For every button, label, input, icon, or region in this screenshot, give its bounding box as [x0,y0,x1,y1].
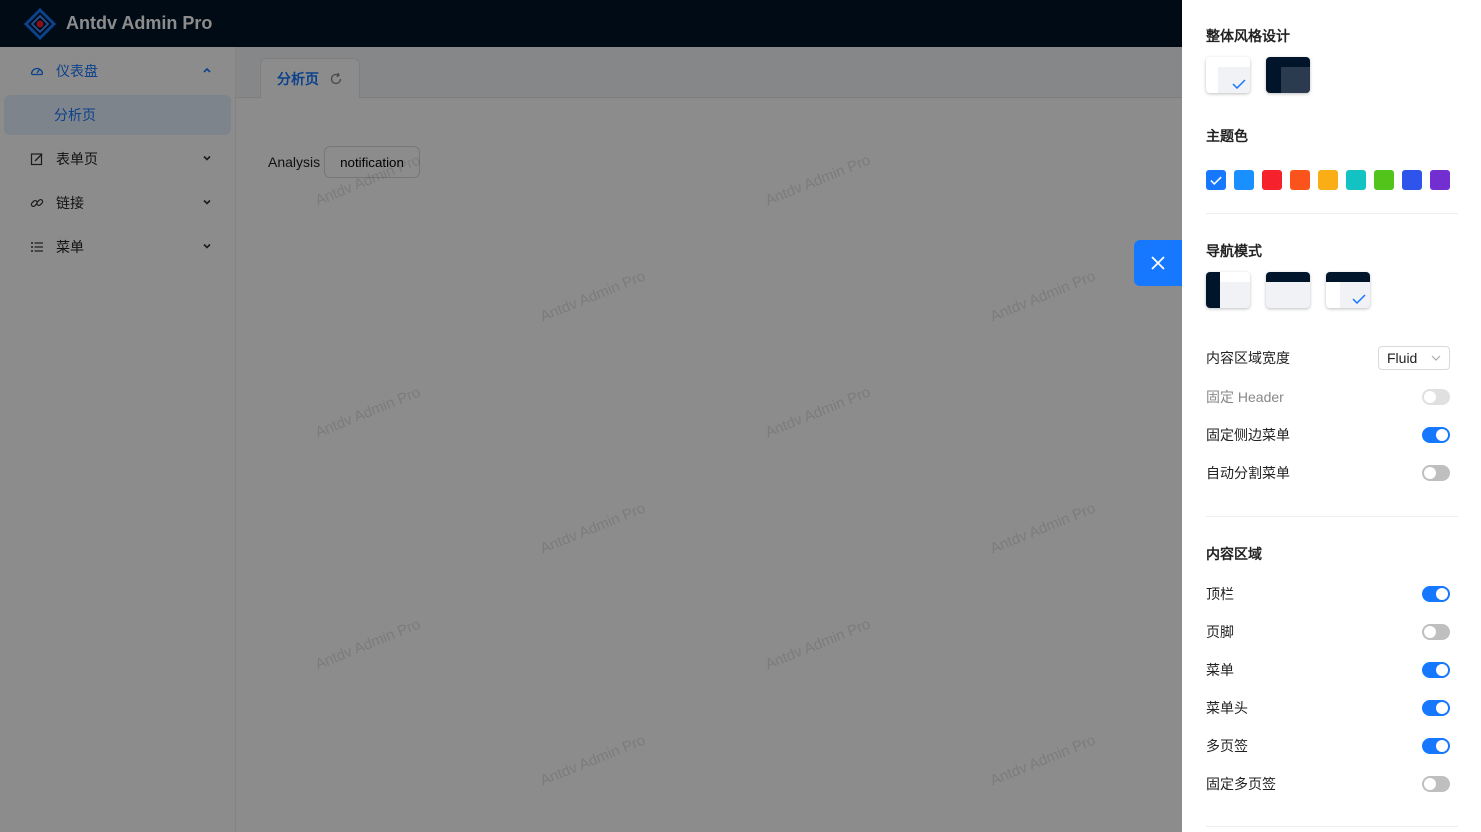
nav-mode-title: 导航模式 [1206,243,1262,259]
content-area-row: 菜单 [1206,659,1450,681]
footer-toggle-switch[interactable] [1422,624,1450,640]
nav-top-option[interactable] [1266,272,1310,308]
split-menu-label: 自动分割菜单 [1206,465,1290,481]
setting-label: 多页签 [1206,738,1248,754]
fixed-sider-row: 固定侧边菜单 [1206,424,1450,446]
content-width-row: 内容区域宽度 Fluid [1206,346,1450,370]
divider [1206,516,1458,517]
theme-color-swatch[interactable] [1318,170,1338,190]
nav-mix-option[interactable] [1326,272,1370,308]
theme-color-swatch[interactable] [1290,170,1310,190]
content-area-row: 多页签 [1206,735,1450,757]
fixed-sider-switch[interactable] [1422,427,1450,443]
content-width-value: Fluid [1387,350,1418,366]
content-area-title: 内容区域 [1206,546,1262,562]
divider [1206,826,1458,827]
split-menu-row: 自动分割菜单 [1206,462,1450,484]
style-light-option[interactable] [1206,57,1250,93]
content-area-row: 菜单头 [1206,697,1450,719]
theme-color-swatch[interactable] [1206,170,1226,190]
theme-color-swatch[interactable] [1346,170,1366,190]
theme-color-swatch[interactable] [1430,170,1450,190]
content-width-label: 内容区域宽度 [1206,350,1290,366]
multi-tab-toggle-switch[interactable] [1422,738,1450,754]
check-icon [1352,294,1366,304]
setting-label: 固定多页签 [1206,776,1276,792]
theme-color-swatch[interactable] [1402,170,1422,190]
style-dark-option[interactable] [1266,57,1310,93]
content-area-row: 固定多页签 [1206,773,1450,795]
setting-label: 菜单头 [1206,700,1248,716]
divider [1206,213,1458,214]
nav-side-option[interactable] [1206,272,1250,308]
fixed-header-label: 固定 Header [1206,389,1284,405]
check-icon [1210,176,1222,185]
theme-color-swatch[interactable] [1234,170,1254,190]
theme-color-swatch[interactable] [1262,170,1282,190]
content-width-select[interactable]: Fluid [1378,346,1450,370]
menu-header-toggle-switch[interactable] [1422,700,1450,716]
header-toggle-switch[interactable] [1422,586,1450,602]
theme-color-title: 主题色 [1206,128,1248,144]
content-area-row: 页脚 [1206,621,1450,643]
split-menu-switch[interactable] [1422,465,1450,481]
content-area-row: 顶栏 [1206,583,1450,605]
theme-color-swatch[interactable] [1374,170,1394,190]
app-root: Antdv Admin Pro 仪表盘 分析页 表单页 链接 菜单 分析页 An… [0,0,1481,832]
fixed-sider-label: 固定侧边菜单 [1206,427,1290,443]
fixed-multi-tab-toggle-switch[interactable] [1422,776,1450,792]
settings-drawer: 整体风格设计 主题色 导航模式 内容区域宽度 Fluid 固定 Header 固… [1182,0,1481,832]
close-drawer-button[interactable] [1134,240,1182,286]
menu-toggle-switch[interactable] [1422,662,1450,678]
check-icon [1232,79,1246,89]
setting-label: 页脚 [1206,624,1234,640]
drawer-mask[interactable] [0,0,1182,832]
style-title: 整体风格设计 [1206,28,1290,44]
chevron-down-icon [1431,355,1441,361]
setting-label: 顶栏 [1206,586,1234,602]
setting-label: 菜单 [1206,662,1234,678]
close-icon [1151,256,1165,270]
fixed-header-row: 固定 Header [1206,386,1450,408]
fixed-header-switch[interactable] [1422,389,1450,405]
